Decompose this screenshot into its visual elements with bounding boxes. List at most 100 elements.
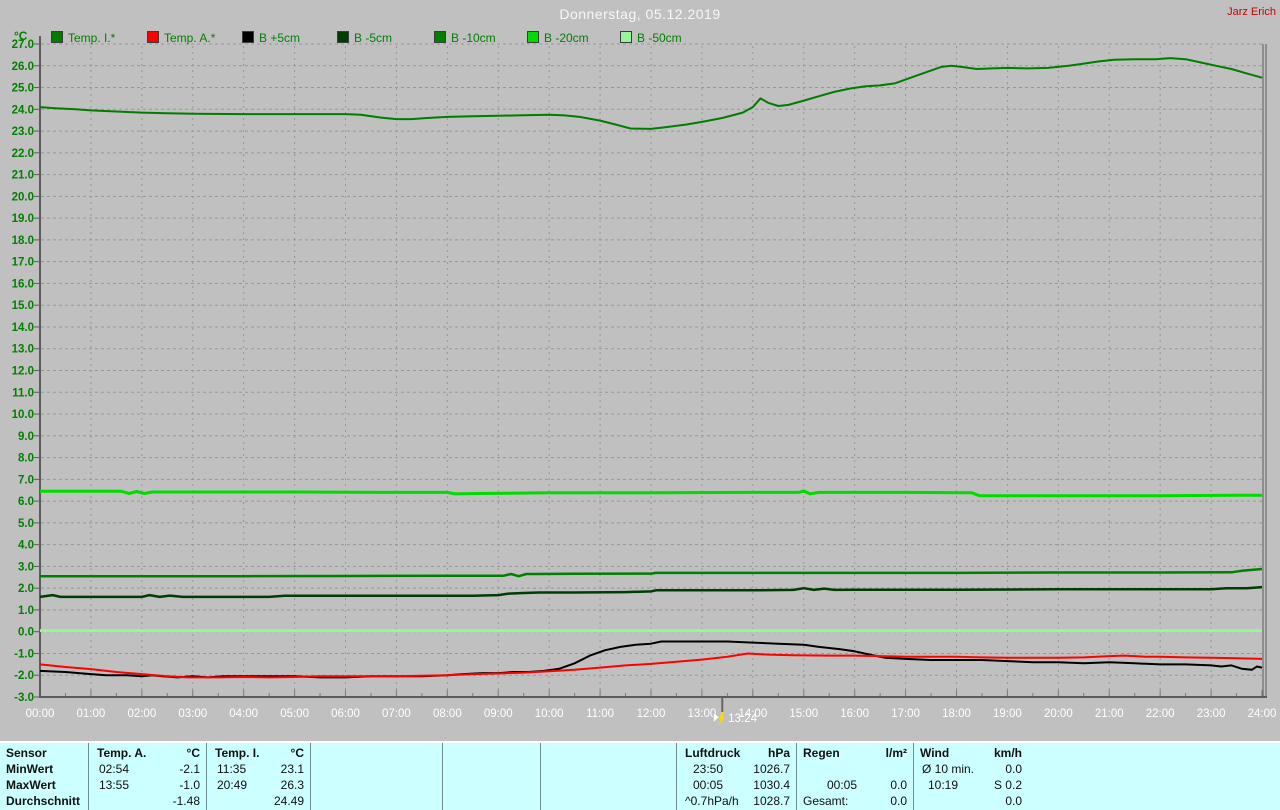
avg-value: 0.0 <box>1005 794 1022 808</box>
min-time: 02:54 <box>99 762 130 776</box>
avg-value: 24.49 <box>273 794 304 808</box>
y-tick-label: 15.0 <box>12 300 34 312</box>
max-value: 1030.4 <box>753 778 790 792</box>
chart-legend: °C Temp. I.* Temp. A.* B +5cm B -5cm B -… <box>0 29 1280 45</box>
x-tick-label: 08:00 <box>433 708 462 720</box>
min-time: Ø 10 min. <box>922 762 975 776</box>
stats-row-label-maxwert: MaxWert <box>6 778 56 792</box>
y-tick-label: 14.0 <box>12 322 34 334</box>
legend-item-temp-a: Temp. A.* <box>147 29 215 45</box>
legend-item-b-minus20: B -20cm <box>527 29 589 45</box>
y-tick-label: -1.0 <box>14 648 34 660</box>
x-tick-label: 11:00 <box>586 708 614 720</box>
max-value: 0.0 <box>890 778 907 792</box>
temp-a-swatch-icon <box>147 31 159 43</box>
page-title: Donnerstag, 05.12.2019 <box>559 6 721 22</box>
y-tick-label: 8.0 <box>18 453 34 465</box>
avg-label: Gesamt: <box>803 794 849 808</box>
avg-label: ^0.7hPa/h <box>685 794 739 808</box>
stats-group-temp-a: Temp. A. °C 02:54 -2.1 13:55 -1.0 -1.48 <box>88 743 207 810</box>
y-tick-label: 1.0 <box>18 605 34 617</box>
stats-group-wind: Wind km/h Ø 10 min. 0.0 10:19 S 0.2 0.0 <box>913 743 1029 810</box>
stats-table: Sensor MinWert MaxWert Durchschnitt Temp… <box>0 741 1280 810</box>
x-tick-label: 00:00 <box>26 708 55 720</box>
min-time: 11:35 <box>217 762 247 776</box>
chart-svg: 27.026.025.024.023.022.021.020.019.018.0… <box>12 36 1277 726</box>
stats-group-empty-3 <box>540 743 677 810</box>
cursor-bolt-icon <box>718 712 725 726</box>
x-tick-label: 05:00 <box>280 708 309 720</box>
user-name-label: Jarz Erich <box>1227 6 1276 18</box>
x-tick-label: 13:00 <box>688 708 717 720</box>
y-tick-label: 17.0 <box>12 257 34 269</box>
x-tick-label: 23:00 <box>1197 708 1226 720</box>
b-plus5-swatch-icon <box>242 31 254 43</box>
stats-group-regen: Regen l/m² 00:05 0.0 Gesamt: 0.0 <box>796 743 914 810</box>
y-tick-label: 26.0 <box>12 61 34 73</box>
legend-item-temp-i: Temp. I.* <box>51 29 115 45</box>
y-tick-label: 24.0 <box>12 104 34 116</box>
x-tick-label: 06:00 <box>331 708 360 720</box>
avg-value: 0.0 <box>890 794 907 808</box>
stats-row-labels: Sensor MinWert MaxWert Durchschnitt <box>0 743 88 810</box>
max-time: 20:49 <box>217 778 248 792</box>
y-tick-label: 0.0 <box>18 627 34 639</box>
max-time: 13:55 <box>99 778 130 792</box>
min-value: 0.0 <box>1005 762 1022 776</box>
cursor-marker-label: 13:24 <box>728 713 757 725</box>
x-tick-label: 17:00 <box>891 708 920 720</box>
max-time: 00:05 <box>693 778 724 792</box>
x-tick-label: 16:00 <box>840 708 869 720</box>
stats-group-empty-1 <box>310 743 443 810</box>
max-value: S 0.2 <box>993 778 1022 792</box>
min-value: 1026.7 <box>753 762 790 776</box>
col-unit: °C <box>290 746 304 760</box>
col-name: Wind <box>920 746 950 760</box>
y-tick-label: 12.0 <box>12 366 34 378</box>
col-name: Regen <box>803 746 840 760</box>
b-minus10-swatch-icon <box>434 31 446 43</box>
legend-item-b-minus50: B -50cm <box>620 29 682 45</box>
x-tick-label: 24:00 <box>1248 708 1277 720</box>
y-tick-label: 10.0 <box>12 409 34 421</box>
stats-group-luftdruck: Luftdruck hPa 23:50 1026.7 00:05 1030.4 ^0.… <box>676 743 797 810</box>
min-value: -2.1 <box>179 762 200 776</box>
x-tick-label: 20:00 <box>1044 708 1073 720</box>
x-tick-label: 03:00 <box>178 708 207 720</box>
col-unit: hPa <box>767 746 790 760</box>
x-tick-label: 02:00 <box>127 708 156 720</box>
max-value: -1.0 <box>179 778 200 792</box>
min-value: 23.1 <box>280 762 304 776</box>
stats-header-sensor: Sensor <box>6 746 47 760</box>
x-tick-label: 10:00 <box>535 708 564 720</box>
temp-i-swatch-icon <box>51 31 63 43</box>
stats-row-label-minwert: MinWert <box>6 762 54 776</box>
y-tick-label: 21.0 <box>12 170 34 182</box>
series-b-minus20-line <box>40 489 1262 498</box>
col-name: Temp. I. <box>215 746 260 760</box>
y-tick-label: 2.0 <box>18 583 34 595</box>
stats-group-temp-i: Temp. I. °C 11:35 23.1 20:49 26.3 24.49 <box>206 743 311 810</box>
y-tick-label: 6.0 <box>18 496 34 508</box>
x-tick-label: 21:00 <box>1095 708 1124 720</box>
y-axis-unit-label: °C <box>14 29 28 43</box>
legend-item-b-minus10: B -10cm <box>434 29 496 45</box>
y-tick-label: 18.0 <box>12 235 34 247</box>
x-tick-label: 19:00 <box>993 708 1022 720</box>
x-tick-label: 04:00 <box>229 708 258 720</box>
max-value: 26.3 <box>280 778 304 792</box>
x-tick-label: 15:00 <box>789 708 818 720</box>
b-minus5-swatch-icon <box>337 31 349 43</box>
y-tick-label: 4.0 <box>18 540 34 552</box>
col-name: Temp. A. <box>97 746 147 760</box>
y-tick-label: 3.0 <box>18 561 34 573</box>
y-tick-label: 5.0 <box>18 518 34 530</box>
y-tick-label: -2.0 <box>14 670 34 682</box>
x-tick-label: 09:00 <box>484 708 513 720</box>
chart-area[interactable]: 27.0 26.0 25.0 24.0 23.0 22.0 21.0 20.0 19.0 18.0… <box>0 0 1280 741</box>
min-time: 23:50 <box>693 762 724 776</box>
y-tick-label: 9.0 <box>18 431 34 443</box>
b-minus20-swatch-icon <box>527 31 539 43</box>
x-tick-label: 01:00 <box>77 708 106 720</box>
x-tick-label: 22:00 <box>1146 708 1175 720</box>
